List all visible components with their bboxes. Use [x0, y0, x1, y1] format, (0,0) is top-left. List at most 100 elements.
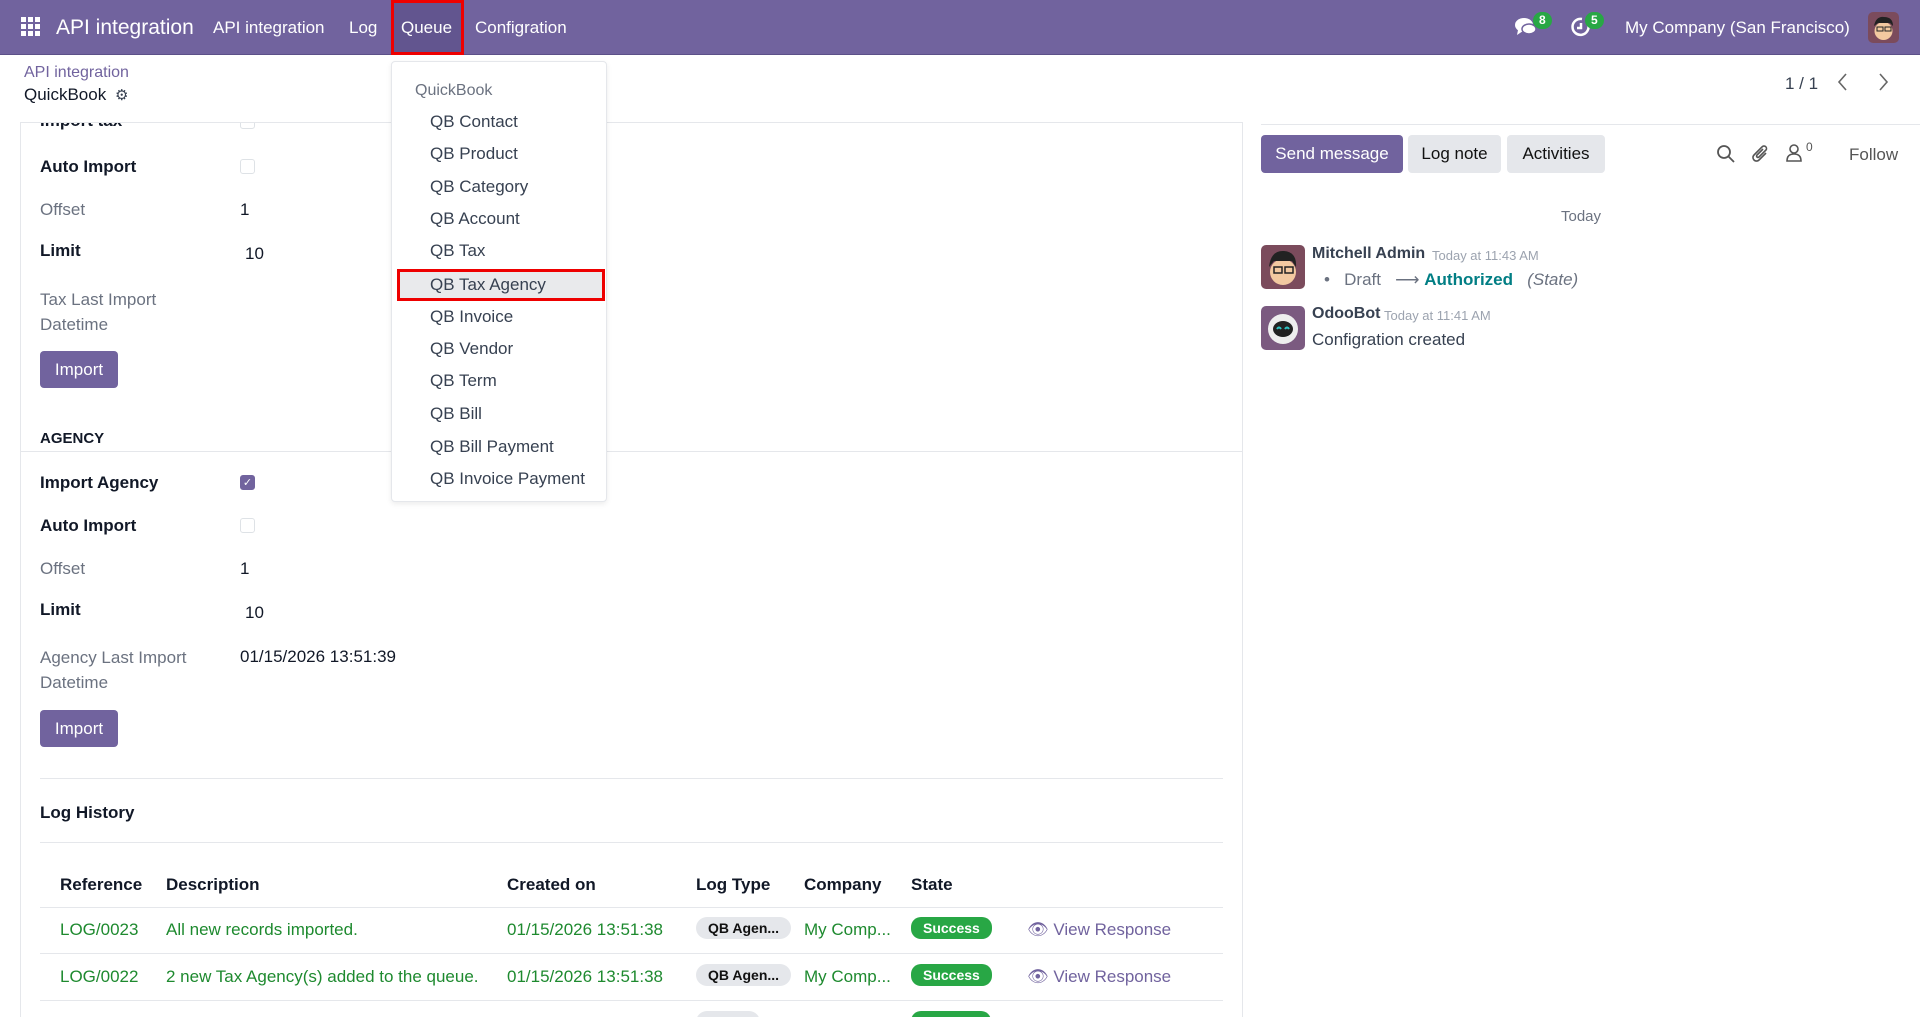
import-tax-checkbox[interactable] [240, 122, 255, 129]
row-description: 2 new Tax Agency(s) added to the queue. [166, 967, 479, 986]
app-brand[interactable]: API integration [56, 0, 194, 55]
row-log-type-tag: QB Agen... [696, 917, 792, 939]
row-state-badge: Success [911, 964, 992, 986]
menu-item-qb-product[interactable]: QB Product [392, 138, 606, 170]
followers-button[interactable] [1786, 143, 1802, 168]
menu-item-qb-contact[interactable]: QB Contact [392, 106, 606, 138]
company-switcher[interactable]: My Company (San Francisco) [1625, 0, 1850, 55]
message-body: Configration created [1312, 330, 1466, 349]
agency-last-import-label: Agency Last Import Datetime [40, 648, 187, 692]
old-value: Draft [1344, 270, 1381, 289]
import-tax-label: Import tax [40, 122, 122, 131]
row-description: All new records imported. [166, 920, 358, 939]
row-log-type-tag: QB Agen... [696, 964, 792, 986]
follow-button[interactable]: Follow [1849, 145, 1898, 165]
log-note-button[interactable]: Log note [1408, 135, 1501, 173]
followers-count: 0 [1806, 140, 1813, 154]
date-separator: Today [1561, 208, 1602, 225]
mitchell-admin-avatar [1261, 245, 1305, 289]
eye-icon: 👁 [1027, 967, 1049, 986]
menu-item-qb-invoice[interactable]: QB Invoice [392, 301, 606, 333]
row-reference: LOG/0023 [60, 920, 139, 939]
col-created-on[interactable]: Created on [507, 875, 596, 895]
message-author[interactable]: OdooBot [1312, 305, 1380, 323]
menu-item-qb-term[interactable]: QB Term [392, 365, 606, 397]
nav-configration[interactable]: Configration [475, 0, 567, 55]
col-reference[interactable]: Reference [60, 875, 142, 895]
col-log-type[interactable]: Log Type [696, 875, 770, 895]
menu-item-qb-tax-agency[interactable]: QB Tax Agency [397, 269, 605, 301]
agency-limit-field[interactable]: 10 [245, 603, 264, 623]
nav-queue[interactable]: Queue [391, 0, 464, 55]
tax-offset-field[interactable]: 1 [240, 200, 249, 220]
menu-item-qb-account[interactable]: QB Account [392, 203, 606, 235]
queue-dropdown-menu: QuickBook QB Contact QB Product QB Categ… [391, 61, 607, 502]
agency-offset-field[interactable]: 1 [240, 559, 249, 579]
row-company: My Comp... [804, 920, 891, 939]
nav-log[interactable]: Log [349, 0, 377, 55]
import-agency-label: Import Agency [40, 473, 159, 492]
menu-item-qb-category[interactable]: QB Category [392, 171, 606, 203]
tax-limit-label: Limit [40, 241, 81, 260]
search-icon[interactable] [1716, 144, 1736, 169]
import-agency-checkbox[interactable]: ✓ [240, 475, 255, 490]
field-name: (State) [1527, 270, 1579, 289]
menu-item-qb-tax[interactable]: QB Tax [392, 235, 606, 267]
col-description[interactable]: Description [166, 875, 260, 895]
messages-count-badge: 8 [1533, 12, 1552, 29]
breadcrumb-current: QuickBook [24, 85, 107, 104]
view-response-label: View Response [1053, 967, 1172, 986]
agency-auto-import-label: Auto Import [40, 516, 137, 535]
send-message-button[interactable]: Send message [1261, 135, 1403, 173]
person-icon [1786, 144, 1802, 162]
menu-item-qb-bill-payment[interactable]: QB Bill Payment [392, 431, 606, 463]
row-reference: LOG/0022 [60, 967, 139, 986]
app-grid-icon[interactable] [21, 17, 41, 37]
menu-item-qb-invoice-payment[interactable]: QB Invoice Payment [392, 463, 606, 495]
tax-import-button[interactable]: Import [40, 351, 118, 388]
pager-next-icon[interactable] [1876, 72, 1890, 97]
agency-offset-label: Offset [40, 559, 86, 578]
activities-button[interactable]: Activities [1507, 135, 1605, 173]
row-company: My Comp... [804, 967, 891, 986]
paperclip-icon[interactable] [1751, 143, 1771, 170]
user-avatar[interactable] [1868, 12, 1899, 43]
agency-import-button[interactable]: Import [40, 710, 118, 747]
row-state-badge [911, 1011, 991, 1017]
gear-icon[interactable]: ⚙ [115, 86, 128, 104]
top-navbar: API integration API integration Log Queu… [0, 0, 1920, 55]
message-time: Today at 11:41 AM [1384, 308, 1491, 323]
tax-last-import-label: Tax Last Import Datetime [40, 290, 157, 334]
message-author[interactable]: Mitchell Admin [1312, 245, 1425, 263]
tracking-line: • Draft ⟶ Authorized (State) [1324, 270, 1578, 290]
pager-value[interactable]: 1 / 1 [1785, 74, 1818, 94]
breadcrumb-parent[interactable]: API integration [24, 64, 129, 82]
col-state[interactable]: State [911, 875, 953, 895]
log-history-title: Log History [40, 803, 135, 822]
row-created-on: 01/15/2026 13:51:38 [507, 967, 663, 986]
tax-auto-import-checkbox[interactable] [240, 159, 255, 174]
agency-section-title: AGENCY [40, 430, 105, 447]
agency-limit-label: Limit [40, 600, 81, 619]
view-response-button[interactable]: 👁 View Response [1027, 920, 1171, 940]
view-response-label: View Response [1053, 920, 1172, 939]
agency-auto-import-checkbox[interactable] [240, 518, 255, 533]
col-company[interactable]: Company [804, 875, 881, 895]
agency-last-import-value: 01/15/2026 13:51:39 [240, 647, 396, 666]
tax-limit-field[interactable]: 10 [245, 244, 264, 264]
menu-item-qb-bill[interactable]: QB Bill [392, 398, 606, 430]
message-time: Today at 11:43 AM [1432, 248, 1539, 263]
form-sheet: Import tax Auto Import Offset 1 Limit 10… [20, 122, 1243, 1017]
tax-offset-label: Offset [40, 200, 86, 219]
bullet: • [1324, 270, 1330, 289]
activities-count-badge: 5 [1585, 12, 1604, 29]
new-value: Authorized [1424, 270, 1514, 289]
pager-prev-icon[interactable] [1836, 72, 1850, 97]
menu-item-qb-vendor[interactable]: QB Vendor [392, 333, 606, 365]
view-response-button[interactable]: 👁 View Response [1027, 967, 1171, 987]
row-log-type-tag [696, 1011, 760, 1017]
nav-api-integration[interactable]: API integration [213, 0, 325, 55]
odoobot-avatar [1261, 306, 1305, 350]
row-state-badge: Success [911, 917, 992, 939]
row-created-on: 01/15/2026 13:51:38 [507, 920, 663, 939]
